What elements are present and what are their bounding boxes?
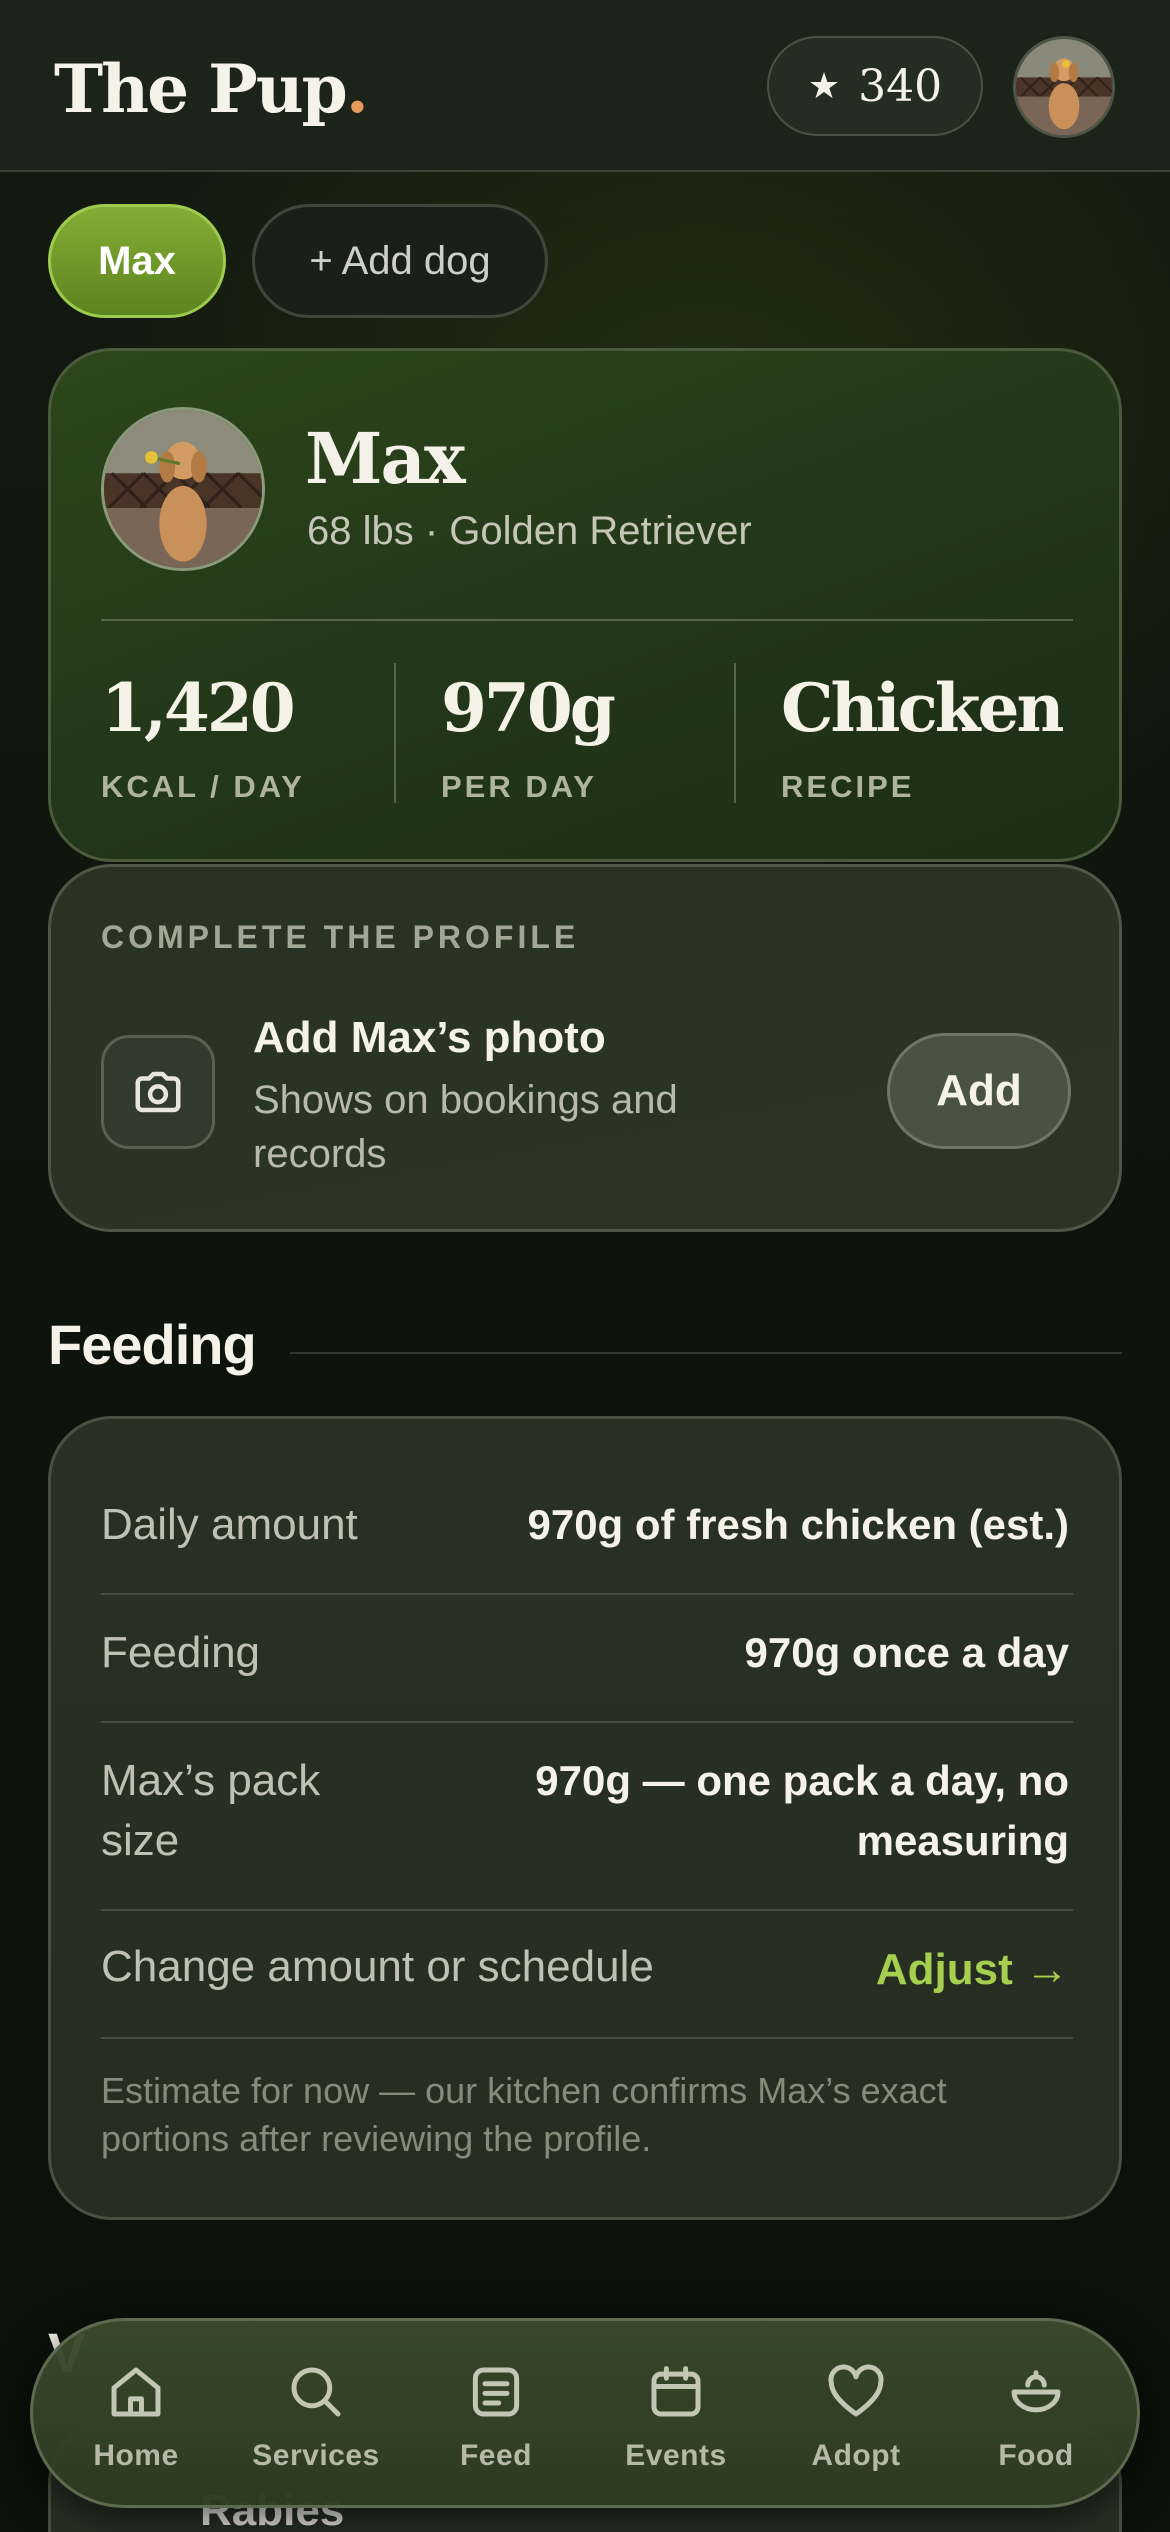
stat-value: 1,420 — [101, 669, 296, 747]
bottom-nav: Home Services Feed Events Adopt Food — [30, 2318, 1140, 2508]
daily-amount-label: Daily amount — [101, 1500, 358, 1549]
nav-services[interactable]: Services — [231, 2321, 401, 2511]
stat-kcal: 1,420 KCAL / DAY — [101, 669, 305, 805]
nav-home[interactable]: Home — [51, 2321, 221, 2511]
divider — [101, 1593, 1073, 1595]
stat-recipe: Chicken RECIPE — [781, 669, 1064, 805]
dog-photo — [1016, 39, 1112, 135]
divider — [101, 1721, 1073, 1723]
feeding-label: Feeding — [101, 1628, 261, 1677]
pack-size-value: 970g — one pack a day, no measuring — [535, 1757, 1069, 1864]
nav-label: Home — [93, 2439, 179, 2472]
complete-profile-card: COMPLETE THE PROFILE Add Max’s photo Sho… — [48, 864, 1122, 1232]
brand-logo[interactable]: The Pup. — [54, 50, 369, 128]
nav-label: Adopt — [811, 2439, 901, 2472]
nav-label: Events — [625, 2439, 727, 2472]
stat-per-day: 970g PER DAY — [441, 669, 616, 805]
section-divider — [290, 1352, 1122, 1354]
add-photo-heading: Add Max’s photo — [253, 1013, 606, 1062]
nav-adopt[interactable]: Adopt — [771, 2321, 941, 2511]
camera-icon — [101, 1035, 215, 1149]
divider — [101, 2037, 1073, 2039]
heart-icon — [828, 2364, 884, 2417]
dog-avatar — [101, 407, 265, 571]
adjust-link[interactable]: Adjust → — [876, 1945, 1069, 1995]
complete-profile-title: COMPLETE THE PROFILE — [101, 919, 580, 955]
add-photo-button[interactable]: Add — [887, 1033, 1071, 1149]
user-avatar[interactable] — [1013, 36, 1115, 138]
dog-photo — [104, 410, 262, 568]
dog-meta: 68 lbs · Golden Retriever — [307, 509, 752, 553]
feeding-note: Estimate for now — our kitchen confirms … — [101, 2070, 947, 2159]
stat-label: KCAL / DAY — [101, 769, 305, 804]
search-icon — [291, 2367, 341, 2417]
daily-amount-value: 970g of fresh chicken (est.) — [527, 1501, 1069, 1548]
change-schedule-label: Change amount or schedule — [101, 1942, 654, 1991]
stat-value: 970g — [441, 669, 616, 747]
nav-food[interactable]: Food — [951, 2321, 1121, 2511]
nav-label: Feed — [459, 2439, 533, 2472]
divider — [394, 663, 396, 803]
calendar-icon — [651, 2366, 701, 2417]
home-icon — [111, 2367, 161, 2417]
app-header: The Pup. ★ 340 — [0, 0, 1170, 172]
divider — [101, 1909, 1073, 1911]
nav-label: Services — [252, 2439, 380, 2472]
nav-feed[interactable]: Feed — [411, 2321, 581, 2511]
divider — [101, 619, 1073, 621]
stat-label: PER DAY — [441, 769, 597, 804]
pack-size-label: Max’s pack size — [101, 1756, 321, 1865]
add-photo-subtext: Shows on bookings and records — [253, 1078, 678, 1176]
bowl-icon — [1011, 2370, 1061, 2413]
star-icon: ★ — [807, 65, 841, 106]
dog-chip-max[interactable]: Max — [48, 204, 226, 318]
nav-label: Food — [998, 2439, 1074, 2472]
points-badge[interactable]: ★ 340 — [767, 36, 983, 136]
feed-icon — [472, 2367, 520, 2417]
stat-value: Chicken — [781, 669, 1064, 747]
add-dog-button[interactable]: + Add dog — [252, 204, 548, 318]
nav-events[interactable]: Events — [591, 2321, 761, 2511]
dog-profile-card[interactable]: Max 68 lbs · Golden Retriever 1,420 KCAL… — [48, 348, 1122, 862]
points-value: 340 — [858, 60, 943, 112]
feeding-card: Daily amount 970g of fresh chicken (est.… — [48, 1416, 1122, 2220]
stat-label: RECIPE — [781, 769, 915, 804]
divider — [734, 663, 736, 803]
dog-name: Max — [305, 417, 466, 500]
feeding-value: 970g once a day — [744, 1629, 1070, 1676]
feeding-section-title: Feeding — [48, 1313, 257, 1376]
